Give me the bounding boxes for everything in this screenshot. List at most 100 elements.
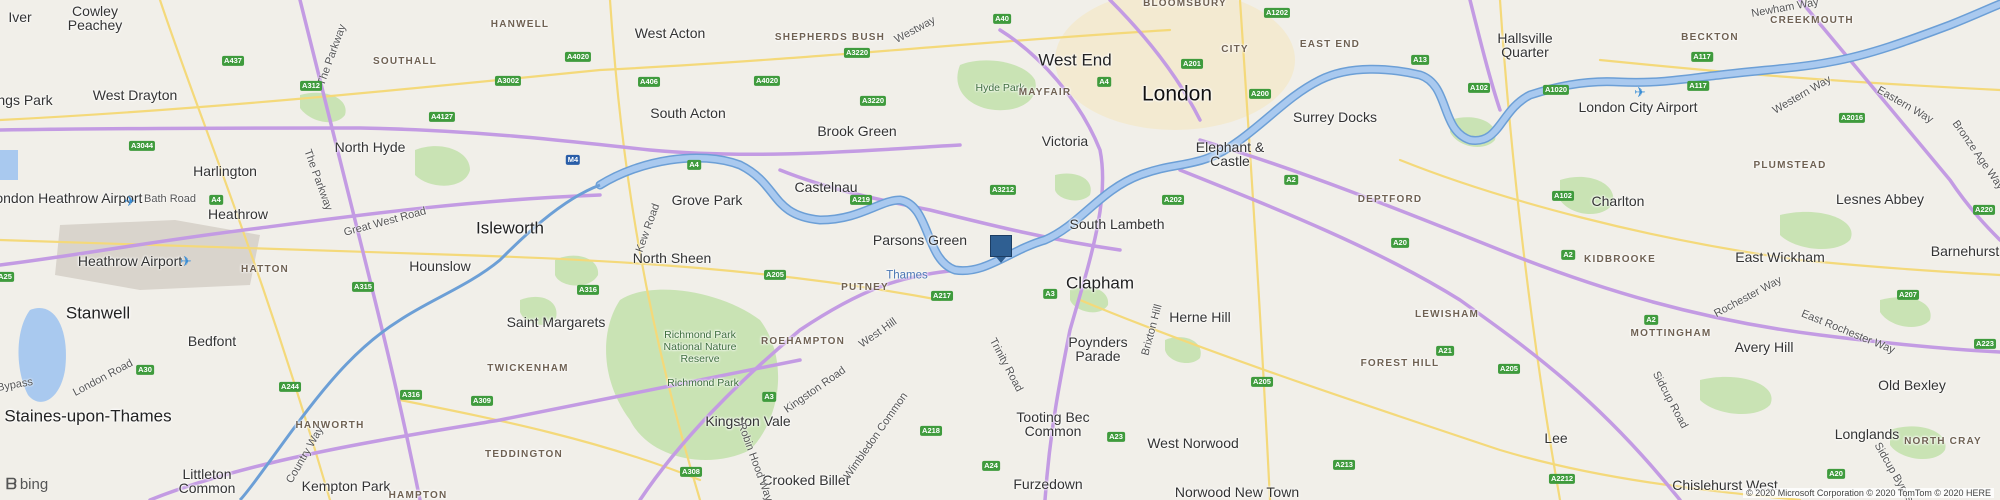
road-shield-a316: A316 xyxy=(577,284,599,296)
place-label-stanwell: Stanwell xyxy=(65,303,131,323)
place-label-littleton-common: Littleton Common xyxy=(178,466,236,496)
road-shield-a2016: A2016 xyxy=(1838,112,1866,124)
place-label-south-lambeth: South Lambeth xyxy=(1069,216,1165,232)
place-label-bedfont: Bedfont xyxy=(187,333,237,349)
place-label-isleworth: Isleworth xyxy=(475,218,545,238)
place-label-charlton: Charlton xyxy=(1591,193,1645,209)
place-label-shepherds-bush: SHEPHERDS BUSH xyxy=(774,32,886,43)
road-shield-a3: A3 xyxy=(1043,288,1057,300)
place-label-london-city-airport: London City Airport xyxy=(1578,99,1698,115)
road-shield-a201: A201 xyxy=(1181,58,1203,70)
place-label-longlands: Longlands xyxy=(1834,426,1900,442)
road-shield-a316: A316 xyxy=(400,389,422,401)
place-label-deptford: DEPTFORD xyxy=(1357,194,1423,205)
road-shield-a2212: A2212 xyxy=(1548,473,1576,485)
place-label-roehampton: ROEHAMPTON xyxy=(760,336,846,347)
place-label-bloomsbury: BLOOMSBURY xyxy=(1143,0,1227,9)
place-label-lesnes-abbey: Lesnes Abbey xyxy=(1836,191,1924,207)
map-canvas[interactable]: Iver Cowley Peachey HANWELL West Acton SHEPH… xyxy=(0,0,2000,500)
road-shield-a3220: A3220 xyxy=(859,95,887,107)
place-label-heathrow-airport: Heathrow Airport xyxy=(77,253,183,269)
place-label-surrey-docks: Surrey Docks xyxy=(1292,109,1378,125)
place-label-mayfair: MAYFAIR xyxy=(1018,87,1072,98)
place-label-harlington: Harlington xyxy=(193,163,257,179)
road-shield-a315: A315 xyxy=(352,281,374,293)
place-label-kidbrooke: KIDBROOKE xyxy=(1584,254,1656,265)
place-label-barnehurst: Barnehurst xyxy=(1930,243,2000,259)
road-shield-a3220: A3220 xyxy=(843,47,871,59)
place-label-heathrow: Heathrow xyxy=(208,206,268,222)
location-pin-tail xyxy=(996,257,1006,263)
road-shield-a312: A312 xyxy=(300,80,322,92)
road-shield-a20: A20 xyxy=(1391,237,1409,249)
road-shield-a3002: A3002 xyxy=(494,75,522,87)
place-label-tooting-bec-common: Tooting Bec Common xyxy=(1016,409,1090,439)
place-label-old-bexley: Old Bexley xyxy=(1878,377,1946,393)
place-label-south-acton: South Acton xyxy=(650,105,726,121)
road-shield-a218: A218 xyxy=(920,425,942,437)
london-city-airport-icon[interactable]: ✈ xyxy=(1634,85,1646,99)
road-shield-m4: M4 xyxy=(565,154,581,166)
london-heathrow-airport-icon[interactable]: ✈ xyxy=(124,194,136,208)
map-copyright: © 2020 Microsoft Corporation © 2020 TomT… xyxy=(1743,488,1994,498)
place-label-east-wickham: East Wickham xyxy=(1735,249,1825,265)
place-label-east-end: EAST END xyxy=(1299,39,1361,50)
road-shield-a223: A223 xyxy=(1974,338,1996,350)
road-shield-a2: A2 xyxy=(1561,249,1575,261)
place-label-west-acton: West Acton xyxy=(634,25,706,41)
road-shield-a406: A406 xyxy=(638,76,660,88)
place-label-thames: Thames xyxy=(886,269,928,282)
heathrow-airport-icon[interactable]: ✈ xyxy=(180,254,192,268)
road-shield-a205: A205 xyxy=(764,269,786,281)
place-label-putney: PUTNEY xyxy=(841,282,889,293)
road-shield-a205: A205 xyxy=(1498,363,1520,375)
place-label-london: London xyxy=(1141,82,1213,106)
road-shield-a25: A25 xyxy=(0,271,14,283)
road-shield-a4: A4 xyxy=(1097,76,1111,88)
road-shield-a117: A117 xyxy=(1687,80,1709,92)
bing-b-icon: ᗷ xyxy=(6,476,17,493)
road-shield-a102: A102 xyxy=(1468,82,1490,94)
road-shield-a1202: A1202 xyxy=(1263,7,1291,19)
place-label-city: CITY xyxy=(1221,44,1249,55)
place-label-hounslow: Hounslow xyxy=(409,258,471,274)
place-label-iver: Iver xyxy=(8,9,32,25)
road-shield-a205: A205 xyxy=(1251,376,1273,388)
road-shield-a13: A13 xyxy=(1411,54,1429,66)
place-label-victoria: Victoria xyxy=(1041,133,1089,149)
place-label-saint-margarets: Saint Margarets xyxy=(506,314,606,330)
bing-logo: ᗷ bing xyxy=(6,476,48,493)
place-label-crooked-billet: Crooked Billet xyxy=(762,472,850,488)
place-label-lewisham: LEWISHAM xyxy=(1414,309,1480,320)
road-shield-a220: A220 xyxy=(1973,204,1995,216)
place-label-kempton-park: Kempton Park xyxy=(301,478,391,494)
place-label-avery-hill: Avery Hill xyxy=(1734,339,1794,355)
place-label-north-hyde: North Hyde xyxy=(334,139,406,155)
road-shield-a4020: A4020 xyxy=(753,75,781,87)
place-label-brook-green: Brook Green xyxy=(817,123,897,139)
road-shield-a4020: A4020 xyxy=(564,51,592,63)
road-shield-a40: A40 xyxy=(993,13,1011,25)
road-shield-a217: A217 xyxy=(931,290,953,302)
road-shield-a24: A24 xyxy=(982,460,1000,472)
road-label-bath-road: Bath Road xyxy=(144,193,196,205)
road-shield-a21: A21 xyxy=(1436,345,1454,357)
place-label-ngs-park: ngs Park xyxy=(0,92,53,108)
place-label-poynders-parade: Poynders Parade xyxy=(1068,334,1128,364)
place-label-richmond-park-national-nature-reserve: Richmond Park National Nature Reserve xyxy=(663,328,737,366)
location-pin-marker[interactable] xyxy=(990,235,1012,257)
place-label-grove-park: Grove Park xyxy=(671,192,743,208)
road-shield-a207: A207 xyxy=(1897,289,1919,301)
place-label-west-end: West End xyxy=(1038,50,1112,70)
place-label-norwood-new-town: Norwood New Town xyxy=(1174,484,1300,500)
place-label-southall: SOUTHALL xyxy=(372,56,438,67)
road-shield-a102: A102 xyxy=(1552,190,1574,202)
road-shield-a4: A4 xyxy=(209,194,223,206)
place-label-hanworth: HANWORTH xyxy=(295,420,365,431)
place-label-teddington: TEDDINGTON xyxy=(485,449,563,460)
road-shield-a2: A2 xyxy=(1644,314,1658,326)
road-shield-a23: A23 xyxy=(1107,431,1125,443)
road-shield-a2: A2 xyxy=(1284,174,1298,186)
place-label-london-heathrow-airport: London Heathrow Airport xyxy=(0,190,143,206)
place-label-cowley-peachey: Cowley Peachey xyxy=(67,3,123,33)
